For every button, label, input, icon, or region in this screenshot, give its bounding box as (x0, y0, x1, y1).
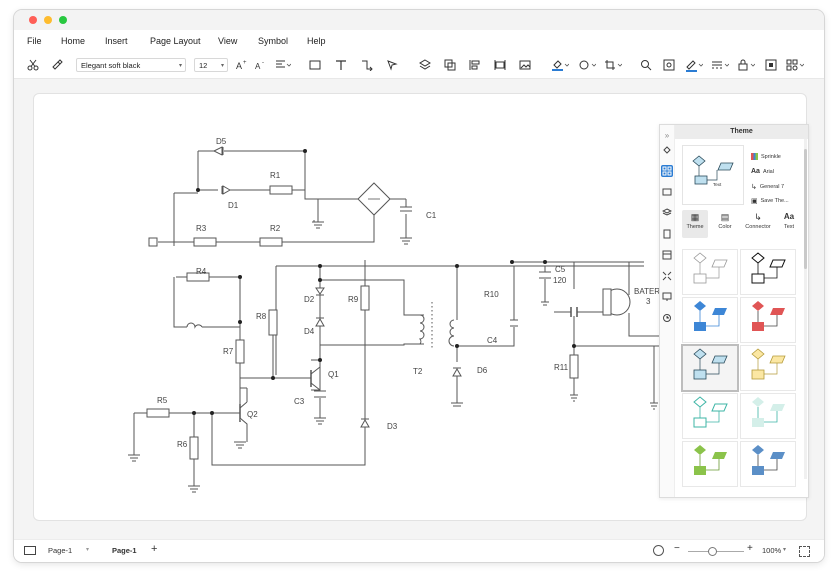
sprinkle-icon (751, 153, 758, 160)
label-r6: R6 (177, 440, 188, 449)
history-panel-icon[interactable] (661, 312, 673, 324)
tab-connector[interactable]: ↳ Connector (742, 210, 774, 238)
theme-preview: Text (682, 145, 744, 205)
label-c1: C1 (426, 211, 437, 220)
page-tab[interactable]: Page-1 (112, 546, 137, 555)
label-r10: R10 (484, 290, 499, 299)
zoom-slider-handle[interactable] (708, 547, 717, 556)
fullscreen-icon[interactable] (799, 546, 810, 557)
option-save[interactable]: ▣ Save The... (751, 197, 789, 205)
text-tab-icon: Aa (783, 212, 795, 221)
label-r7: R7 (223, 347, 234, 356)
theme-swatch-2[interactable] (740, 249, 796, 295)
theme-swatch-8[interactable] (740, 393, 796, 439)
panel-icon-strip: » (660, 125, 675, 497)
collapse-panel-icon[interactable]: » (661, 129, 673, 141)
label-r3: R3 (196, 224, 207, 233)
label-r2: R2 (270, 224, 281, 233)
tab-color[interactable]: ▤ Color (712, 210, 738, 238)
label-r9: R9 (348, 295, 359, 304)
label-q1: Q1 (328, 370, 339, 379)
label-c3: C3 (294, 397, 305, 406)
theme-swatch-3[interactable] (682, 297, 738, 343)
color-tab-icon: ▤ (720, 212, 730, 222)
chevron-down-icon[interactable]: ▾ (86, 546, 89, 553)
save-icon: ▣ (751, 198, 758, 205)
zoom-chevron-icon[interactable]: ▾ (783, 546, 786, 553)
label-c5: C5 (555, 265, 566, 274)
label-c5-value: 120 (553, 276, 567, 285)
theme-swatch-4[interactable] (740, 297, 796, 343)
option-general-label: General 7 (759, 184, 785, 190)
zoom-in-icon[interactable]: + (747, 543, 753, 554)
label-c4: C4 (487, 336, 498, 345)
label-r8: R8 (256, 312, 267, 321)
connector-tab-icon: ↳ (754, 212, 762, 222)
data-panel-icon[interactable] (661, 249, 673, 261)
presentation-panel-icon[interactable] (661, 291, 673, 303)
theme-swatch-6[interactable] (740, 345, 796, 391)
page-panel-toggle-icon[interactable] (24, 546, 36, 555)
theme-swatch-5[interactable] (681, 344, 739, 392)
fill-panel-icon[interactable] (661, 144, 673, 156)
expand-panel-icon[interactable] (661, 270, 673, 282)
label-t2: T2 (413, 367, 423, 376)
label-r1: R1 (270, 171, 281, 180)
panel-scrollbar-thumb[interactable] (804, 149, 807, 269)
label-q2: Q2 (247, 410, 258, 419)
tab-text-label: Text (783, 224, 795, 230)
label-r4: R4 (196, 267, 207, 276)
theme-panel-icon[interactable] (661, 165, 673, 177)
label-d4: D4 (304, 327, 315, 336)
label-r5: R5 (157, 396, 168, 405)
option-save-label: Save The... (760, 198, 789, 204)
option-sprinkle-label: Sprinkle (761, 153, 781, 160)
theme-swatch-9[interactable] (682, 441, 738, 487)
panel-title: Theme (675, 125, 808, 139)
theme-swatch-10[interactable] (740, 441, 796, 487)
image-panel-icon[interactable] (661, 186, 673, 198)
option-arial-label: Arial (762, 168, 774, 175)
font-icon: Aa (751, 168, 760, 175)
option-arial[interactable]: Aa Arial (751, 168, 774, 175)
label-r11: R11 (554, 363, 569, 372)
page-dropdown[interactable]: Page-1 (48, 546, 72, 555)
zoom-level[interactable]: 100% (762, 546, 781, 555)
label-d6: D6 (477, 366, 488, 375)
app-window: File Home Insert Page Layout View Symbol… (14, 10, 824, 562)
label-d3: D3 (387, 422, 398, 431)
label-d5: D5 (216, 137, 227, 146)
add-page-icon[interactable]: + (151, 543, 157, 555)
page-panel-icon[interactable] (661, 228, 673, 240)
tab-theme[interactable]: ▦ Theme (682, 210, 708, 238)
theme-swatch-1[interactable] (682, 249, 738, 295)
label-bater: BATER (634, 287, 660, 296)
option-general[interactable]: ↳ General 7 (751, 183, 784, 191)
connector-style-icon: ↳ (751, 184, 757, 191)
layers-panel-icon[interactable] (661, 207, 673, 219)
tab-text[interactable]: Aa Text (776, 210, 802, 238)
tab-connector-label: Connector (745, 224, 771, 230)
panel-scrollbar[interactable] (804, 139, 807, 479)
tab-theme-label: Theme (686, 224, 704, 230)
status-bar: Page-1 ▾ Page-1 + − + 100% ▾ (14, 539, 824, 562)
tab-color-label: Color (718, 224, 732, 230)
zoom-out-icon[interactable]: − (674, 543, 680, 554)
theme-panel: » Theme Text Sprinkle Aa Arial ↳ General… (659, 124, 809, 498)
label-bater-num: 3 (646, 297, 651, 306)
fit-icon[interactable] (653, 545, 664, 556)
theme-tab-icon: ▦ (690, 212, 700, 222)
preview-text: Text (713, 182, 722, 187)
theme-swatch-7[interactable] (682, 393, 738, 439)
label-d2: D2 (304, 295, 315, 304)
label-d1: D1 (228, 201, 239, 210)
option-sprinkle[interactable]: Sprinkle (751, 153, 781, 160)
